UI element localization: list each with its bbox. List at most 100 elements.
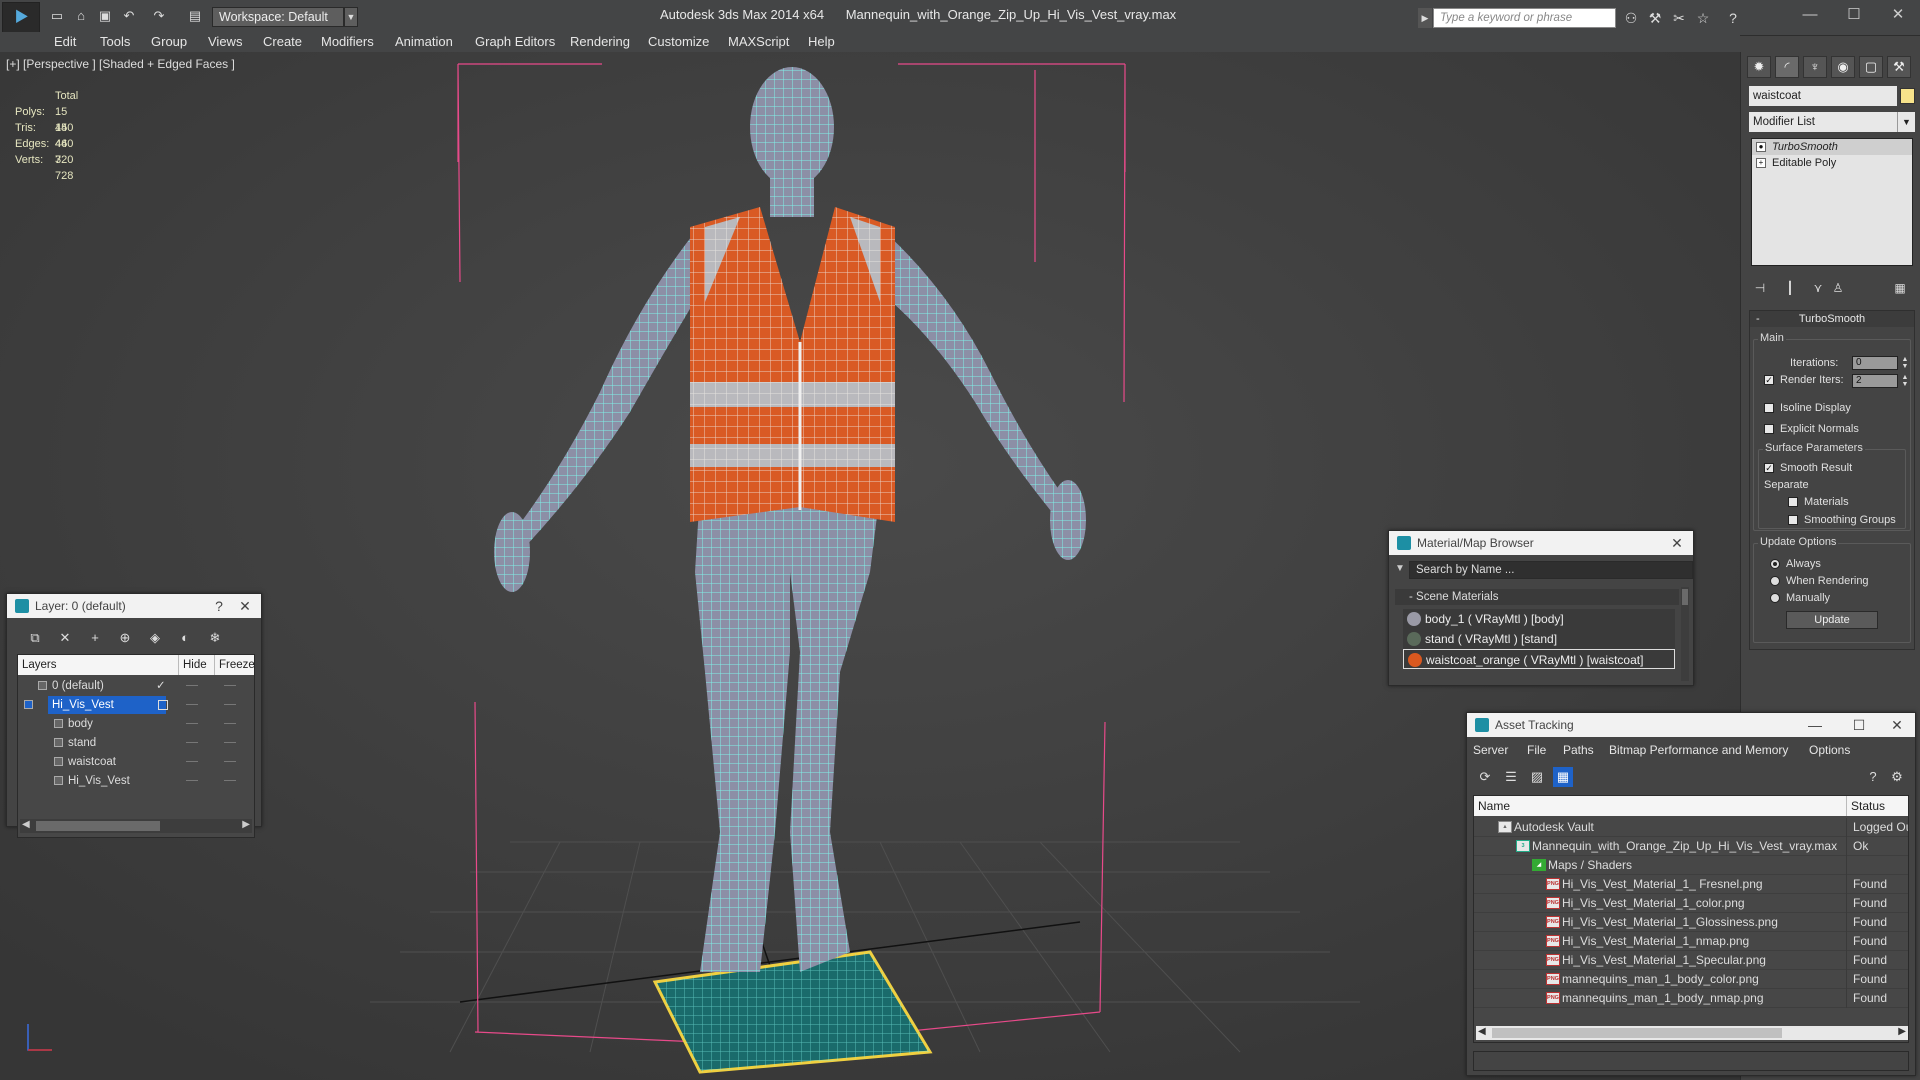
asset-tracking-titlebar[interactable]: Asset Tracking — ☐ ✕ <box>1467 713 1915 737</box>
asset-row[interactable]: PNG mannequins_man_1_body_nmap.png Found <box>1474 989 1908 1008</box>
iterations-spinner[interactable]: 0 <box>1852 356 1898 370</box>
set-current-layer-icon[interactable] <box>158 700 168 710</box>
render-iters-spinner[interactable]: 2 <box>1852 374 1898 388</box>
highlight-layer-icon[interactable]: ◈ <box>145 628 165 648</box>
open-file-icon[interactable]: ⌂ <box>72 7 90 25</box>
material-browser-titlebar[interactable]: Material/Map Browser ✕ <box>1389 531 1693 555</box>
menu-server[interactable]: Server <box>1473 743 1508 757</box>
project-folder-icon[interactable]: ▤ <box>186 7 204 25</box>
freeze-toggle[interactable] <box>224 723 236 724</box>
scene-materials-section[interactable]: - Scene Materials <box>1395 589 1679 605</box>
help-icon[interactable]: ? <box>1863 767 1883 787</box>
maximize-icon[interactable]: ☐ <box>1847 713 1871 737</box>
material-item[interactable]: body_1 ( VRayMtl ) [body] <box>1403 609 1675 629</box>
freeze-toggle[interactable] <box>224 761 236 762</box>
menu-rendering[interactable]: Rendering <box>570 34 630 49</box>
asset-row[interactable]: PNG Hi_Vis_Vest_Material_1_color.png Found <box>1474 894 1908 913</box>
layer-row[interactable]: stand <box>18 734 254 752</box>
menu-help[interactable]: Help <box>808 34 835 49</box>
make-unique-icon[interactable]: ⋎ <box>1809 278 1827 298</box>
create-icon[interactable]: ✹ <box>1747 56 1771 78</box>
material-search-input[interactable]: Search by Name ... <box>1409 561 1693 579</box>
layer-name[interactable]: waistcoat <box>68 753 116 771</box>
save-file-icon[interactable]: ▣ <box>96 7 114 25</box>
search-input[interactable]: Type a keyword or phrase <box>1433 8 1616 28</box>
horizontal-scrollbar[interactable]: ◀ ▶ <box>20 819 252 833</box>
menu-customize[interactable]: Customize <box>648 34 709 49</box>
select-objects-icon[interactable]: ⊕ <box>115 628 135 648</box>
utilities-icon[interactable]: ⚒ <box>1887 56 1911 78</box>
freeze-toggle[interactable] <box>224 742 236 743</box>
scroll-left-icon[interactable]: ◀ <box>1478 1026 1486 1037</box>
layer-name[interactable]: Hi_Vis_Vest <box>48 696 166 714</box>
show-end-result-icon[interactable]: ┃ <box>1781 278 1799 298</box>
col-freeze[interactable]: Freeze <box>214 655 255 675</box>
configure-modifier-sets-icon[interactable]: ▦ <box>1891 278 1909 298</box>
col-hide[interactable]: Hide <box>178 655 207 675</box>
communication-center-icon[interactable]: ⚒ <box>1646 9 1664 27</box>
object-name-field[interactable]: waistcoat <box>1749 86 1897 106</box>
menu-paths[interactable]: Paths <box>1563 743 1594 757</box>
display-icon[interactable]: ▢ <box>1859 56 1883 78</box>
help-icon[interactable]: ? <box>1724 9 1742 27</box>
smooth-result-checkbox[interactable]: ✓ <box>1764 463 1774 473</box>
layer-row[interactable]: 0 (default) ✓ <box>18 677 254 695</box>
menu-animation[interactable]: Animation <box>395 34 453 49</box>
freeze-toggle[interactable] <box>224 685 236 686</box>
minimize-icon[interactable]: — <box>1803 713 1827 737</box>
update-when-rendering-radio[interactable] <box>1770 576 1780 586</box>
app-logo-icon[interactable]: ⯈ <box>2 2 40 34</box>
pin-stack-icon[interactable]: ⊣ <box>1751 278 1769 298</box>
layer-row[interactable]: Hi_Vis_Vest <box>18 696 254 714</box>
menu-maxscript[interactable]: MAXScript <box>728 34 789 49</box>
collapse-minus-icon[interactable]: - <box>1756 311 1760 327</box>
asset-row[interactable]: PNG Hi_Vis_Vest_Material_1_nmap.png Found <box>1474 932 1908 951</box>
hide-toggle[interactable] <box>186 780 198 781</box>
rollout-header[interactable]: - TurboSmooth <box>1750 311 1914 327</box>
layer-row[interactable]: waistcoat <box>18 753 254 771</box>
hide-toggle[interactable] <box>186 704 198 705</box>
vertical-scrollbar[interactable] <box>1681 587 1689 681</box>
delete-layer-icon[interactable]: ✕ <box>55 628 75 648</box>
redo-icon[interactable]: ↷ <box>150 7 168 25</box>
add-to-layer-icon[interactable]: + <box>85 628 105 648</box>
render-iters-checkbox[interactable]: ✓ <box>1764 375 1774 385</box>
motion-icon[interactable]: ◉ <box>1831 56 1855 78</box>
create-layer-icon[interactable]: ⧉ <box>25 628 45 648</box>
hierarchy-icon[interactable]: ♆ <box>1803 56 1827 78</box>
thumbnail-view-icon[interactable]: ▨ <box>1527 767 1547 787</box>
asset-row[interactable]: PNG mannequins_man_1_body_color.png Found <box>1474 970 1908 989</box>
modify-icon[interactable]: ◜ <box>1775 56 1799 78</box>
menu-create[interactable]: Create <box>263 34 302 49</box>
favorites-star-icon[interactable]: ☆ <box>1694 9 1712 27</box>
remove-modifier-icon[interactable]: ♙ <box>1829 278 1847 298</box>
chevron-down-icon[interactable]: ▼ <box>344 7 358 27</box>
asset-row[interactable]: 3 Mannequin_with_Orange_Zip_Up_Hi_Vis_Ves… <box>1474 837 1908 856</box>
browser-options-icon[interactable]: ▼ <box>1395 563 1405 574</box>
layer-name[interactable]: body <box>68 715 93 733</box>
scrollbar-thumb[interactable] <box>1492 1028 1782 1038</box>
spinner-arrows-icon[interactable]: ▲ ▼ <box>1900 356 1910 370</box>
menu-modifiers[interactable]: Modifiers <box>321 34 374 49</box>
menu-edit[interactable]: Edit <box>54 34 76 49</box>
close-icon[interactable]: ✕ <box>1665 531 1689 555</box>
material-item[interactable]: waistcoat_orange ( VRayMtl ) [waistcoat] <box>1403 649 1675 669</box>
asset-row[interactable]: PNG Hi_Vis_Vest_Material_1_Glossiness.png… <box>1474 913 1908 932</box>
menu-group[interactable]: Group <box>151 34 187 49</box>
update-manually-radio[interactable] <box>1770 593 1780 603</box>
spinner-arrows-icon[interactable]: ▲ ▼ <box>1900 374 1910 388</box>
table-view-icon[interactable]: ▦ <box>1553 767 1573 787</box>
layer-row[interactable]: Hi_Vis_Vest <box>18 772 254 790</box>
scroll-right-icon[interactable]: ▶ <box>1898 1026 1906 1037</box>
menu-graph-editors[interactable]: Graph Editors <box>475 34 555 49</box>
autodesk-360-icon[interactable]: ✂ <box>1670 9 1688 27</box>
asset-row[interactable]: PNG Hi_Vis_Vest_Material_1_ Fresnel.png Fo… <box>1474 875 1908 894</box>
close-icon[interactable]: ✕ <box>1885 713 1909 737</box>
menu-views[interactable]: Views <box>208 34 242 49</box>
freeze-all-layers-icon[interactable]: ❄ <box>205 628 225 648</box>
help-icon[interactable]: ? <box>207 594 231 618</box>
stack-item-editable-poly[interactable]: + Editable Poly <box>1752 155 1912 171</box>
options-icon[interactable]: ⚙ <box>1887 767 1907 787</box>
hide-toggle[interactable] <box>186 685 198 686</box>
horizontal-scrollbar[interactable]: ◀ ▶ <box>1476 1026 1908 1040</box>
